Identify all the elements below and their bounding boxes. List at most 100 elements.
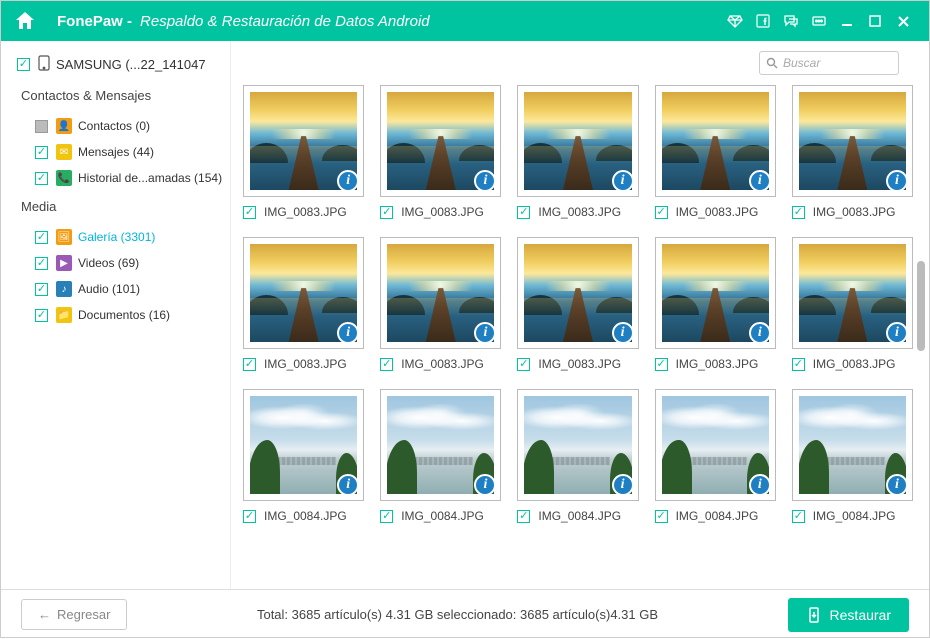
section-contacts-title: Contactos & Mensajes xyxy=(21,88,222,103)
back-button[interactable]: ← Regresar xyxy=(21,599,127,630)
checkbox[interactable] xyxy=(35,120,48,133)
back-label: Regresar xyxy=(57,607,110,622)
info-icon[interactable]: i xyxy=(749,474,771,496)
more-icon[interactable] xyxy=(810,12,828,30)
thumbnail-card[interactable]: iIMG_0084.JPG xyxy=(380,389,501,523)
tree-item-documentos[interactable]: 📁 Documentos (16) xyxy=(17,302,222,328)
scrollbar[interactable] xyxy=(917,261,925,351)
tree-item-galeria[interactable]: 🖼 Galería (3301) xyxy=(17,224,222,250)
tree-label: Contactos (0) xyxy=(78,119,150,133)
info-icon[interactable]: i xyxy=(612,322,634,344)
minimize-icon[interactable] xyxy=(838,12,856,30)
diamond-icon[interactable] xyxy=(726,12,744,30)
info-icon[interactable]: i xyxy=(886,474,908,496)
thumbnail-card[interactable]: iIMG_0083.JPG xyxy=(517,237,638,371)
contacts-icon: 👤 xyxy=(56,118,72,134)
info-icon[interactable]: i xyxy=(886,170,908,192)
thumbnail-frame[interactable]: i xyxy=(655,85,776,197)
restore-button[interactable]: Restaurar xyxy=(788,598,909,632)
thumbnail-card[interactable]: iIMG_0083.JPG xyxy=(243,237,364,371)
info-icon[interactable]: i xyxy=(749,170,771,192)
thumbnail-card[interactable]: iIMG_0084.JPG xyxy=(243,389,364,523)
thumbnail-card[interactable]: iIMG_0083.JPG xyxy=(380,237,501,371)
checkbox[interactable] xyxy=(35,231,48,244)
home-icon[interactable] xyxy=(13,9,37,33)
thumbnail-checkbox[interactable] xyxy=(655,510,668,523)
thumbnail-checkbox[interactable] xyxy=(243,510,256,523)
facebook-icon[interactable] xyxy=(754,12,772,30)
thumbnail-filename: IMG_0083.JPG xyxy=(676,205,759,219)
thumbnail-frame[interactable]: i xyxy=(380,85,501,197)
thumbnail-card[interactable]: i IMG_0083.JPG xyxy=(655,85,776,219)
info-icon[interactable]: i xyxy=(612,474,634,496)
checkbox[interactable] xyxy=(35,309,48,322)
thumbnail-card[interactable]: iIMG_0083.JPG xyxy=(243,85,364,219)
thumbnail-card[interactable]: iIMG_0083.JPG xyxy=(655,237,776,371)
thumbnail-frame[interactable]: i xyxy=(792,85,913,197)
restore-icon xyxy=(806,607,822,623)
gallery-icon: 🖼 xyxy=(56,229,72,245)
thumbnail-checkbox[interactable] xyxy=(792,358,805,371)
thumbnail-card[interactable]: iIMG_0083.JPG xyxy=(517,85,638,219)
checkbox[interactable] xyxy=(35,283,48,296)
info-icon[interactable]: i xyxy=(612,170,634,192)
checkbox[interactable] xyxy=(35,257,48,270)
maximize-icon[interactable] xyxy=(866,12,884,30)
videos-icon: ▶ xyxy=(56,255,72,271)
tree-label: Mensajes (44) xyxy=(78,145,154,159)
thumbnail-card[interactable]: iIMG_0084.JPG xyxy=(655,389,776,523)
tree-item-mensajes[interactable]: ✉ Mensajes (44) xyxy=(17,139,222,165)
thumbnail-checkbox[interactable] xyxy=(517,510,530,523)
thumbnail-checkbox[interactable] xyxy=(380,206,393,219)
thumbnail-checkbox[interactable] xyxy=(243,206,256,219)
device-checkbox[interactable] xyxy=(17,58,30,71)
thumbnail-checkbox[interactable] xyxy=(380,358,393,371)
thumbnail-checkbox[interactable] xyxy=(380,510,393,523)
close-icon[interactable] xyxy=(894,12,912,30)
tree-item-historial[interactable]: 📞 Historial de...amadas (154) xyxy=(17,165,222,191)
tree-item-contactos[interactable]: 👤 Contactos (0) xyxy=(17,113,222,139)
thumbnail-frame[interactable]: i xyxy=(243,389,364,501)
tree-item-audio[interactable]: ♪ Audio (101) xyxy=(17,276,222,302)
thumbnail-checkbox[interactable] xyxy=(792,206,805,219)
thumbnail-frame[interactable]: i xyxy=(517,85,638,197)
title-bar: FonePaw - Respaldo & Restauración de Dat… xyxy=(1,1,929,41)
thumbnail-card[interactable]: iIMG_0083.JPG xyxy=(380,85,501,219)
thumbnail-frame[interactable]: i xyxy=(517,237,638,349)
arrow-left-icon: ← xyxy=(38,607,51,622)
checkbox[interactable] xyxy=(35,146,48,159)
thumbnail-card[interactable]: iIMG_0084.JPG xyxy=(517,389,638,523)
thumbnail-checkbox[interactable] xyxy=(517,206,530,219)
info-icon[interactable]: i xyxy=(886,322,908,344)
thumbnail-frame[interactable]: i xyxy=(655,237,776,349)
thumbnail-filename: IMG_0083.JPG xyxy=(813,205,896,219)
thumbnail-frame[interactable]: i xyxy=(380,389,501,501)
thumbnail-checkbox[interactable] xyxy=(243,358,256,371)
thumbnail-frame[interactable]: i xyxy=(380,237,501,349)
checkbox[interactable] xyxy=(35,172,48,185)
thumbnail-checkbox[interactable] xyxy=(655,206,668,219)
feedback-icon[interactable] xyxy=(782,12,800,30)
thumbnail-card[interactable]: i IMG_0083.JPG xyxy=(792,85,913,219)
thumbnail-checkbox[interactable] xyxy=(517,358,530,371)
audio-icon: ♪ xyxy=(56,281,72,297)
thumbnail-frame[interactable]: i xyxy=(243,85,364,197)
thumbnail-card[interactable]: iIMG_0083.JPG xyxy=(792,237,913,371)
thumbnail-frame[interactable]: i xyxy=(655,389,776,501)
thumbnail-checkbox[interactable] xyxy=(792,510,805,523)
thumbnail-frame[interactable]: i xyxy=(517,389,638,501)
thumbnail-checkbox[interactable] xyxy=(655,358,668,371)
footer-status: Total: 3685 artículo(s) 4.31 GB seleccio… xyxy=(127,607,787,622)
device-row[interactable]: SAMSUNG (...22_141047 xyxy=(17,55,222,74)
tree-label: Audio (101) xyxy=(78,282,140,296)
calllog-icon: 📞 xyxy=(56,170,72,186)
thumbnail-frame[interactable]: i xyxy=(243,237,364,349)
footer: ← Regresar Total: 3685 artículo(s) 4.31 … xyxy=(1,589,929,639)
thumbnail-frame[interactable]: i xyxy=(792,237,913,349)
documents-icon: 📁 xyxy=(56,307,72,323)
search-input[interactable]: Buscar xyxy=(759,51,899,75)
info-icon[interactable]: i xyxy=(749,322,771,344)
thumbnail-frame[interactable]: i xyxy=(792,389,913,501)
tree-item-videos[interactable]: ▶ Videos (69) xyxy=(17,250,222,276)
thumbnail-card[interactable]: iIMG_0084.JPG xyxy=(792,389,913,523)
